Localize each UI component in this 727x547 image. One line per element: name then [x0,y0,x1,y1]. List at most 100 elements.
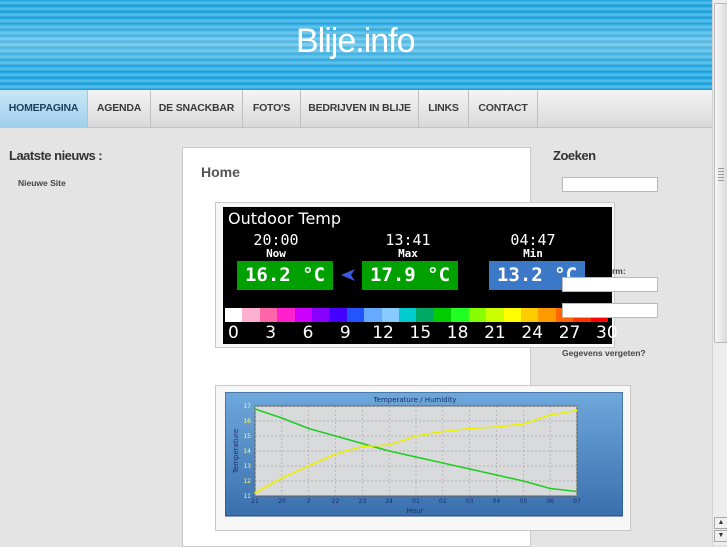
search-sidebar: Zoeken [553,148,596,163]
temp-max-time: 13:41 [385,231,431,249]
scale-color-swatch [399,308,417,322]
scale-color-swatch [346,308,365,322]
scale-color-swatch [416,308,434,322]
search-input[interactable] [562,177,658,192]
temp-min-header: 04:47 Min [493,231,573,260]
chart-xtick-label: 01 [412,498,420,505]
scale-color-swatch [538,308,556,322]
temperature-humidity-chart: Temperature / Humidity Hour Temperature … [225,392,623,517]
scale-color-swatch [294,308,313,322]
news-sidebar: Laatste nieuws : Nieuwe Site [9,148,103,188]
chart-point [334,453,337,455]
temp-now-header: 20:00 Now [236,231,316,260]
scroll-down-button[interactable]: ▼ [714,530,727,542]
chart-point [307,427,310,430]
scale-tick-label: 30 [596,323,618,343]
scale-color-swatch [364,308,382,322]
scale-tick-label: 3 [265,323,277,343]
nav-item-contact[interactable]: CONTACT [469,90,538,127]
scale-tick-label: 18 [446,323,469,343]
chart-point [307,465,310,467]
nav-item-bedrijven[interactable]: BEDRIJVEN IN BLIJE [301,90,419,127]
scrollbar-thumb[interactable] [714,3,727,343]
scale-color-swatch [503,308,521,322]
chart-point [441,462,444,464]
chart-title: Temperature / Humidity [373,396,457,404]
chart-xtick-label: 05 [520,498,528,505]
temp-now-value: 16.2 °C [237,261,333,290]
chart-ytick-label: 17 [243,403,251,410]
temp-max-header: 13:41 Max [368,231,448,260]
scale-color-swatch [259,308,278,322]
chart-ytick-label: 12 [243,478,251,485]
chart-ytick-label: 14 [243,448,251,455]
search-heading: Zoeken [553,148,596,163]
chart-point [549,487,552,490]
chart-xtick-label: 20 [278,498,286,505]
scale-tick-label: 6 [302,323,314,343]
username-input[interactable] [562,277,658,292]
chart-point [441,430,444,433]
chart-point [254,408,256,410]
chart-point [415,435,417,437]
scale-color-swatch [242,308,260,322]
wind-arrow-icon [341,269,355,281]
chart-point [334,435,337,437]
chart-xtick-label: 22 [332,498,340,505]
chart-point [576,409,578,412]
scale-color-swatch [225,308,243,322]
scale-color-swatch [329,308,347,322]
vertical-scrollbar[interactable]: ▲ ▼ [712,0,727,545]
scale-color-swatch [520,308,539,322]
chart-point [361,442,364,445]
chart-ytick-label: 11 [243,493,251,500]
main-content: Home Outdoor Temp 20:00 Now 13:41 Max 04… [182,147,631,547]
chart-xlabel: Hour [407,507,424,515]
nav-item-fotos[interactable]: FOTO'S [243,90,301,127]
news-heading: Laatste nieuws : [9,148,103,163]
chart-xtick-label: 2 [307,498,311,505]
temperature-widget: Outdoor Temp 20:00 Now 13:41 Max 04:47 M… [215,202,618,348]
forgot-login-link[interactable]: Gegevens vergeten? [562,348,646,358]
scale-color-swatch [381,308,400,322]
chart-point [361,445,364,448]
scale-color-swatch [433,308,452,322]
scale-color-swatch [468,308,487,322]
chart-xtick-label: 03 [466,498,474,505]
nav-item-links[interactable]: LINKS [419,90,469,127]
chart-xtick-label: 24 [385,498,393,505]
nav-item-homepagina[interactable]: HOMEPAGINA [0,90,88,127]
news-item-link[interactable]: Nieuwe Site [18,178,66,188]
chart-point [576,490,578,493]
chart-ytick-label: 13 [243,463,251,470]
temp-now-time: 20:00 [253,231,299,249]
chart-point [522,480,525,482]
chart-xtick-label: 23 [359,498,367,505]
scale-tick-label: 9 [339,323,351,343]
scroll-up-button[interactable]: ▲ [714,517,727,529]
temperature-scale-labels: 0 3 6 9 12 15 18 21 24 27 30 [223,323,618,343]
temp-min-label: Min [523,247,543,260]
chart-ytick-label: 16 [243,418,251,425]
site-title[interactable]: Blije.info [296,22,416,61]
nav-item-de-snackbar[interactable]: DE SNACKBAR [151,90,243,127]
chart-point [280,477,283,479]
scale-color-swatch [486,308,504,322]
temp-max-label: Max [398,247,418,260]
chart-point [388,450,391,452]
scale-tick-label: 27 [558,323,581,343]
chart-point [254,492,256,494]
scale-color-swatch [451,308,469,322]
chart-xtick-label: 04 [493,498,501,505]
chart-point [549,414,552,416]
temp-min-time: 04:47 [510,231,556,249]
temperature-display: Outdoor Temp 20:00 Now 13:41 Max 04:47 M… [223,207,618,344]
nav-item-agenda[interactable]: AGENDA [88,90,151,127]
chart-widget: Temperature / Humidity Hour Temperature … [215,385,631,531]
login-label: rm: [612,266,626,276]
password-input[interactable] [562,303,658,318]
chart-point [522,423,525,425]
temp-title: Outdoor Temp [228,209,342,228]
chart-point [388,444,391,446]
temperature-color-scale [225,308,608,322]
